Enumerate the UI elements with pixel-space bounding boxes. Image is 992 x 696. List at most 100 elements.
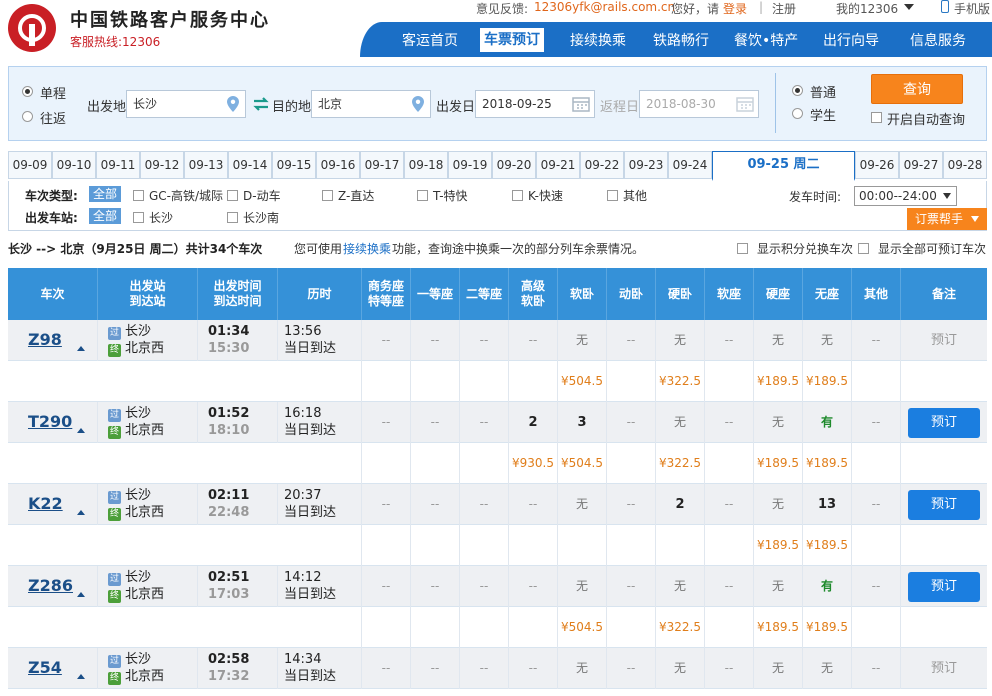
mobile-link[interactable]: 手机版 bbox=[954, 0, 990, 17]
filter-k[interactable]: K-快速 bbox=[512, 187, 563, 204]
from-station[interactable]: 过长沙 bbox=[108, 324, 151, 340]
date-tab[interactable]: 09-12 bbox=[140, 151, 184, 179]
date-tab[interactable]: 09-27 bbox=[899, 151, 943, 179]
checkbox[interactable] bbox=[133, 190, 144, 201]
railway-logo-icon[interactable] bbox=[8, 4, 56, 52]
date-tab[interactable]: 09-26 bbox=[855, 151, 899, 179]
date-tab[interactable]: 09-10 bbox=[52, 151, 96, 179]
my12306-menu[interactable]: 我的12306 bbox=[836, 0, 898, 17]
transfer-link[interactable]: 接续换乘 bbox=[343, 240, 391, 257]
query-button[interactable]: 查询 bbox=[871, 74, 963, 104]
filter-station-changsha-south[interactable]: 长沙南 bbox=[227, 209, 279, 226]
from-station[interactable]: 过长沙 bbox=[108, 488, 151, 504]
swap-icon[interactable] bbox=[252, 97, 270, 111]
nav-travel-guide[interactable]: 出行向导 bbox=[823, 30, 879, 52]
checkbox[interactable] bbox=[417, 190, 428, 201]
to-station[interactable]: 终北京西 bbox=[108, 423, 164, 439]
from-station[interactable]: 过长沙 bbox=[108, 570, 151, 586]
date-tab[interactable]: 09-22 bbox=[580, 151, 624, 179]
points-checkbox[interactable] bbox=[737, 243, 748, 254]
checkbox[interactable] bbox=[322, 190, 333, 201]
book-button[interactable]: 预订 bbox=[908, 572, 980, 602]
to-station[interactable]: 终北京西 bbox=[108, 341, 164, 357]
oneway-radio[interactable] bbox=[22, 86, 33, 97]
checkbox[interactable] bbox=[227, 212, 238, 223]
student-ticket-radio[interactable] bbox=[792, 108, 803, 119]
book-button[interactable]: 预订 bbox=[908, 408, 980, 438]
to-station[interactable]: 终北京西 bbox=[108, 505, 164, 521]
roundtrip-radio[interactable] bbox=[22, 111, 33, 122]
expand-triangle-icon[interactable] bbox=[77, 428, 85, 433]
nav-transfer[interactable]: 接续换乘 bbox=[570, 30, 626, 52]
checkbox[interactable] bbox=[227, 190, 238, 201]
normal-ticket-radio[interactable] bbox=[792, 85, 803, 96]
checkbox[interactable] bbox=[512, 190, 523, 201]
filter-z[interactable]: Z-直达 bbox=[322, 187, 374, 204]
expand-triangle-icon[interactable] bbox=[77, 592, 85, 597]
nav-ticket-booking[interactable]: 车票预订 bbox=[480, 28, 544, 52]
date-tab[interactable]: 09-14 bbox=[228, 151, 272, 179]
col-time[interactable]: 出发时间 到达时间 bbox=[198, 268, 278, 320]
date-tab[interactable]: 09-11 bbox=[96, 151, 140, 179]
filter-label: Z-直达 bbox=[338, 189, 375, 203]
filter-other[interactable]: 其他 bbox=[607, 187, 647, 204]
expand-triangle-icon[interactable] bbox=[77, 346, 85, 351]
date-tab[interactable]: 09-09 bbox=[8, 151, 52, 179]
date-tab[interactable]: 09-17 bbox=[360, 151, 404, 179]
filter-t[interactable]: T-特快 bbox=[417, 187, 468, 204]
date-tab[interactable]: 09-15 bbox=[272, 151, 316, 179]
book-button[interactable]: 预订 bbox=[908, 490, 980, 520]
depart-time-select[interactable]: 00:00--24:00 bbox=[854, 186, 957, 206]
date-tab[interactable]: 09-24 bbox=[668, 151, 712, 179]
date-tab[interactable]: 09-18 bbox=[404, 151, 448, 179]
login-link[interactable]: 登录 bbox=[723, 0, 747, 17]
seat-availability: -- bbox=[411, 566, 460, 607]
date-tab[interactable]: 09-13 bbox=[184, 151, 228, 179]
feedback-email-link[interactable]: 12306yfk@rails.com.cn bbox=[534, 0, 675, 14]
checkbox[interactable] bbox=[133, 212, 144, 223]
filter-station-changsha[interactable]: 长沙 bbox=[133, 209, 173, 226]
date-tab-active[interactable]: 09-25 周二 bbox=[712, 151, 855, 181]
depart-date-input[interactable]: 2018-09-25 bbox=[475, 90, 595, 118]
chevron-down-icon[interactable] bbox=[904, 4, 914, 10]
to-station[interactable]: 终北京西 bbox=[108, 587, 164, 603]
date-tab[interactable]: 09-23 bbox=[624, 151, 668, 179]
date-tab[interactable]: 09-21 bbox=[536, 151, 580, 179]
booking-helper-button[interactable]: 订票帮手 bbox=[907, 208, 987, 230]
train-code-link[interactable]: Z54 bbox=[28, 658, 62, 677]
train-type-all[interactable]: 全部 bbox=[89, 186, 122, 202]
date-tab[interactable]: 09-16 bbox=[316, 151, 360, 179]
train-code-link[interactable]: T290 bbox=[28, 412, 72, 431]
seat-availability: -- bbox=[411, 648, 460, 689]
nav-home[interactable]: 客运首页 bbox=[402, 30, 458, 52]
date-tab[interactable]: 09-19 bbox=[448, 151, 492, 179]
date-tab[interactable]: 09-20 bbox=[492, 151, 536, 179]
expand-triangle-icon[interactable] bbox=[77, 674, 85, 679]
filter-gc[interactable]: GC-高铁/城际 bbox=[133, 187, 223, 204]
arrive-time: 17:32 bbox=[208, 669, 250, 684]
from-station[interactable]: 过长沙 bbox=[108, 406, 151, 422]
checkbox[interactable] bbox=[607, 190, 618, 201]
all-bookable-checkbox[interactable] bbox=[858, 243, 869, 254]
seat-price bbox=[362, 443, 411, 484]
col-duration[interactable]: 历时 bbox=[278, 268, 362, 320]
from-station[interactable]: 过长沙 bbox=[108, 652, 151, 668]
from-input[interactable]: 长沙 bbox=[126, 90, 246, 118]
to-station[interactable]: 终北京西 bbox=[108, 669, 164, 685]
to-input[interactable]: 北京 bbox=[311, 90, 431, 118]
nav-food[interactable]: 餐饮•特产 bbox=[734, 30, 798, 52]
station-all[interactable]: 全部 bbox=[89, 208, 122, 224]
filter-d[interactable]: D-动车 bbox=[227, 187, 281, 204]
nav-railway-travel[interactable]: 铁路畅行 bbox=[653, 30, 709, 52]
mobile-phone-icon[interactable] bbox=[941, 0, 949, 13]
register-link[interactable]: 注册 bbox=[772, 0, 796, 17]
auto-query-checkbox[interactable] bbox=[871, 112, 882, 123]
train-code-link[interactable]: Z286 bbox=[28, 576, 73, 595]
depart-time: 01:52 bbox=[208, 406, 250, 421]
return-date-input[interactable]: 2018-08-30 bbox=[639, 90, 759, 118]
train-code-link[interactable]: K22 bbox=[28, 494, 63, 513]
nav-info-service[interactable]: 信息服务 bbox=[910, 30, 966, 52]
expand-triangle-icon[interactable] bbox=[77, 510, 85, 515]
date-tab[interactable]: 09-28 bbox=[943, 151, 987, 179]
train-code-link[interactable]: Z98 bbox=[28, 330, 62, 349]
